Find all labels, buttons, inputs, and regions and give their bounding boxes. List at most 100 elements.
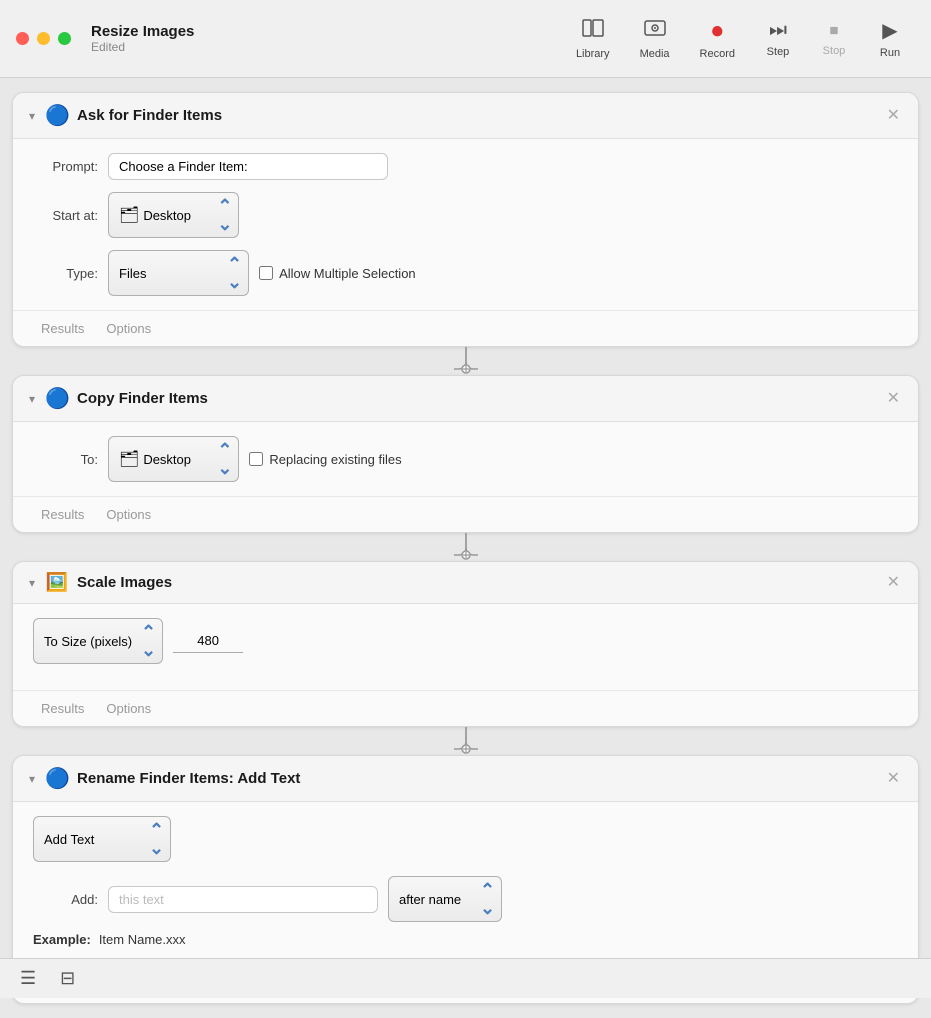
- run-label: Run: [880, 47, 900, 59]
- ask-finder-items-card: ▾ 🔵 Ask for Finder Items ✕ Prompt: Start…: [12, 92, 919, 347]
- type-arrow-icon: ⌃⌄: [227, 255, 242, 291]
- ask-finder-icon: 🔵: [45, 103, 69, 128]
- stop-button[interactable]: ⏹ Stop: [809, 14, 859, 63]
- replacing-checkbox[interactable]: [249, 452, 263, 466]
- start-at-select[interactable]: 🗂 Desktop Documents Downloads ⌃⌄: [108, 192, 239, 238]
- copy-finder-close-button[interactable]: ✕: [883, 391, 904, 407]
- rename-finder-close-button[interactable]: ✕: [883, 771, 904, 787]
- app-title-block: Resize Images Edited: [91, 23, 194, 54]
- position-dropdown[interactable]: after name before name: [399, 892, 476, 907]
- add-text-input[interactable]: [108, 886, 378, 913]
- example-value: Item Name.xxx: [99, 932, 186, 947]
- type-dropdown[interactable]: Files Folders Files and Folders: [119, 266, 223, 281]
- prompt-row: Prompt:: [33, 153, 898, 180]
- add-row: Add: after name before name ⌃⌄: [33, 876, 898, 922]
- app-subtitle: Edited: [91, 40, 194, 54]
- rename-finder-title: Rename Finder Items: Add Text: [77, 770, 875, 787]
- scale-type-select[interactable]: To Size (pixels) By Percentage ⌃⌄: [33, 618, 163, 664]
- replacing-label[interactable]: Replacing existing files: [249, 452, 401, 467]
- copy-finder-icon: 🔵: [45, 386, 69, 411]
- scale-images-card: ▾ 🖼️ Scale Images ✕ To Size (pixels) By …: [12, 561, 919, 727]
- ask-finder-collapse-button[interactable]: ▾: [27, 109, 37, 123]
- stop-label: Stop: [823, 45, 846, 57]
- library-icon: [582, 18, 604, 44]
- step-button[interactable]: ⏭ Step: [753, 13, 803, 64]
- add-text-select-row: Add Text Replace Text Make Sequential ⌃⌄: [33, 816, 898, 862]
- rename-finder-icon: 🔵: [45, 766, 69, 791]
- media-icon: [644, 18, 666, 44]
- add-text-arrow-icon: ⌃⌄: [149, 821, 164, 857]
- add-text-type-dropdown[interactable]: Add Text Replace Text Make Sequential: [44, 832, 145, 847]
- copy-finder-footer: Results Options: [13, 496, 918, 532]
- to-label: To:: [33, 452, 98, 467]
- copy-finder-results-tab[interactable]: Results: [33, 505, 92, 524]
- titlebar: Resize Images Edited Library Media: [0, 0, 931, 78]
- copy-finder-title: Copy Finder Items: [77, 390, 875, 407]
- example-label: Example:: [33, 932, 91, 947]
- position-arrow-icon: ⌃⌄: [480, 881, 495, 917]
- scale-type-dropdown[interactable]: To Size (pixels) By Percentage: [44, 634, 137, 649]
- scale-row: To Size (pixels) By Percentage ⌃⌄: [33, 618, 898, 664]
- ask-finder-items-header: ▾ 🔵 Ask for Finder Items ✕: [13, 93, 918, 139]
- position-select[interactable]: after name before name ⌃⌄: [388, 876, 502, 922]
- type-label: Type:: [33, 266, 98, 281]
- start-at-arrow-icon: ⌃⌄: [217, 197, 232, 233]
- replacing-text: Replacing existing files: [269, 452, 401, 467]
- type-select[interactable]: Files Folders Files and Folders ⌃⌄: [108, 250, 249, 296]
- run-button[interactable]: ▶ Run: [865, 12, 915, 65]
- allow-multiple-text: Allow Multiple Selection: [279, 266, 416, 281]
- ask-finder-title: Ask for Finder Items: [77, 107, 875, 124]
- grid-view-button[interactable]: ⊟: [56, 964, 79, 993]
- run-icon: ▶: [882, 18, 897, 43]
- to-folder-icon: 🗂: [119, 449, 139, 469]
- ask-finder-options-tab[interactable]: Options: [98, 319, 159, 338]
- scale-images-options-tab[interactable]: Options: [98, 699, 159, 718]
- example-row: Example: Item Name.xxx: [33, 932, 898, 947]
- scale-images-footer: Results Options: [13, 690, 918, 726]
- rename-finder-header: ▾ 🔵 Rename Finder Items: Add Text ✕: [13, 756, 918, 802]
- ask-finder-results-tab[interactable]: Results: [33, 319, 92, 338]
- prompt-input[interactable]: [108, 153, 388, 180]
- library-button[interactable]: Library: [564, 12, 622, 66]
- toolbar-actions: Library Media ⏺ Record ⏭ Step ⏹ Stop: [564, 12, 915, 66]
- to-select[interactable]: 🗂 Desktop Documents Downloads ⌃⌄: [108, 436, 239, 482]
- close-button[interactable]: [16, 32, 29, 45]
- bottom-bar: ☰ ⊟: [0, 958, 931, 998]
- copy-finder-body: To: 🗂 Desktop Documents Downloads ⌃⌄ Rep…: [13, 422, 918, 496]
- prompt-label: Prompt:: [33, 159, 98, 174]
- copy-finder-options-tab[interactable]: Options: [98, 505, 159, 524]
- scale-images-header: ▾ 🖼️ Scale Images ✕: [13, 562, 918, 604]
- to-arrow-icon: ⌃⌄: [217, 441, 232, 477]
- step-icon: ⏭: [769, 19, 787, 42]
- copy-finder-collapse-button[interactable]: ▾: [27, 392, 37, 406]
- copy-finder-items-card: ▾ 🔵 Copy Finder Items ✕ To: 🗂 Desktop Do…: [12, 375, 919, 533]
- scale-images-title: Scale Images: [77, 574, 875, 591]
- scale-images-collapse-button[interactable]: ▾: [27, 576, 37, 590]
- to-row: To: 🗂 Desktop Documents Downloads ⌃⌄ Rep…: [33, 436, 898, 482]
- stop-icon: ⏹: [830, 20, 839, 41]
- maximize-button[interactable]: [58, 32, 71, 45]
- scale-images-close-button[interactable]: ✕: [883, 575, 904, 591]
- list-view-button[interactable]: ☰: [16, 964, 40, 993]
- record-button[interactable]: ⏺ Record: [688, 12, 747, 66]
- ask-finder-close-button[interactable]: ✕: [883, 108, 904, 124]
- minimize-button[interactable]: [37, 32, 50, 45]
- ask-finder-body: Prompt: Start at: 🗂 Desktop Documents Do…: [13, 139, 918, 310]
- scale-size-input[interactable]: [173, 629, 243, 653]
- start-at-dropdown[interactable]: Desktop Documents Downloads: [143, 208, 213, 223]
- list-view-icon: ☰: [20, 968, 36, 988]
- add-text-type-select[interactable]: Add Text Replace Text Make Sequential ⌃⌄: [33, 816, 171, 862]
- rename-finder-collapse-button[interactable]: ▾: [27, 772, 37, 786]
- connector-3: [12, 727, 919, 755]
- allow-multiple-label[interactable]: Allow Multiple Selection: [259, 266, 416, 281]
- scale-images-results-tab[interactable]: Results: [33, 699, 92, 718]
- library-label: Library: [576, 48, 610, 60]
- ask-finder-footer: Results Options: [13, 310, 918, 346]
- app-title: Resize Images: [91, 23, 194, 40]
- media-button[interactable]: Media: [628, 12, 682, 66]
- window-controls: [16, 32, 71, 45]
- copy-finder-header: ▾ 🔵 Copy Finder Items ✕: [13, 376, 918, 422]
- scale-type-arrow-icon: ⌃⌄: [141, 623, 156, 659]
- allow-multiple-checkbox[interactable]: [259, 266, 273, 280]
- to-dropdown[interactable]: Desktop Documents Downloads: [143, 452, 213, 467]
